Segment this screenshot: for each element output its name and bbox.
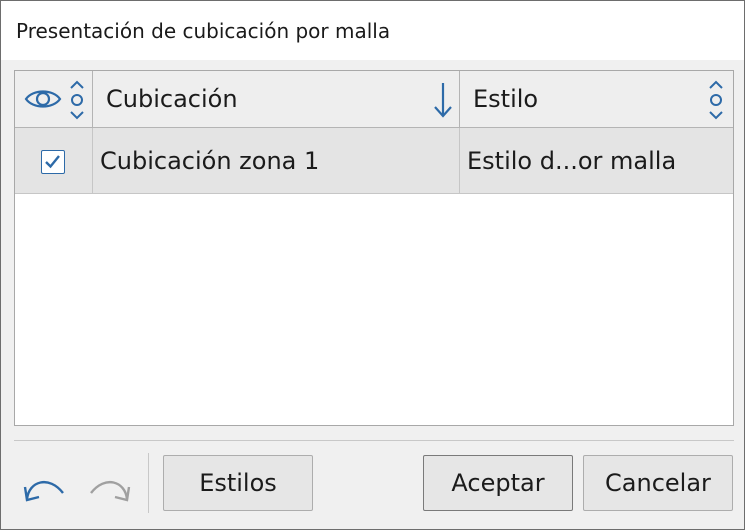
title-bar: Presentación de cubicación por malla <box>1 1 744 60</box>
column-header-visibility[interactable] <box>15 71 93 127</box>
dialog-title: Presentación de cubicación por malla <box>16 18 391 43</box>
estilo-cell[interactable]: Estilo d...or malla <box>460 128 733 194</box>
check-icon <box>45 155 60 169</box>
column-header-cubicacion[interactable]: Cubicación <box>93 71 460 127</box>
visibility-checkbox[interactable] <box>41 150 65 174</box>
toolbar-divider <box>148 453 149 513</box>
sort-both-icon[interactable] <box>67 78 87 126</box>
cubicacion-cell[interactable]: Cubicación zona 1 <box>93 128 460 194</box>
cancelar-button[interactable]: Cancelar <box>583 455 733 511</box>
aceptar-button[interactable]: Aceptar <box>423 455 573 511</box>
column-header-cubicacion-label: Cubicación <box>106 85 238 113</box>
dialog: Presentación de cubicación por malla Cub… <box>0 0 745 530</box>
estilo-name: Estilo d...or malla <box>467 147 677 175</box>
redo-button[interactable] <box>85 467 135 507</box>
eye-icon <box>24 87 62 115</box>
estilos-button[interactable]: Estilos <box>163 455 313 511</box>
sort-descending-arrow-icon[interactable] <box>433 81 453 123</box>
cubicacion-table: Cubicación Estilo Cubicación zona 1 Esti… <box>14 70 734 426</box>
undo-icon <box>23 481 64 502</box>
undo-button[interactable] <box>19 467 69 507</box>
cubicacion-name: Cubicación zona 1 <box>100 147 320 175</box>
redo-icon <box>90 481 131 502</box>
footer-divider <box>14 440 734 441</box>
sort-both-icon[interactable] <box>706 78 726 126</box>
visibility-cell <box>15 128 93 194</box>
column-header-estilo-label: Estilo <box>473 85 539 113</box>
table-row[interactable]: Cubicación zona 1 Estilo d...or malla <box>15 128 733 194</box>
column-header-estilo[interactable]: Estilo <box>460 71 733 127</box>
table-header: Cubicación Estilo <box>15 71 733 128</box>
